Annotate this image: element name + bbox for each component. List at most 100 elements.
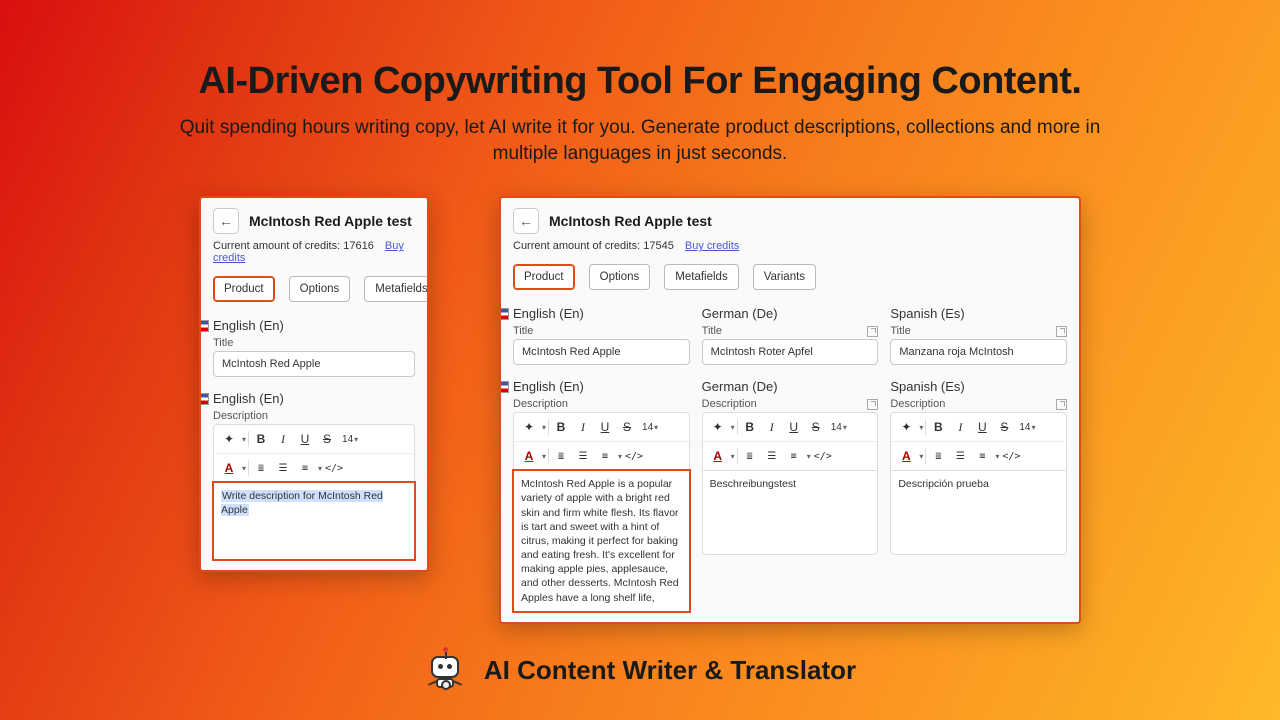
flag-icon <box>499 381 509 393</box>
back-button[interactable]: ← <box>213 208 239 234</box>
language-label: English (En) <box>213 391 284 406</box>
tab-options[interactable]: Options <box>589 264 651 290</box>
italic-button[interactable]: I <box>273 429 293 449</box>
title-input[interactable] <box>213 351 415 377</box>
product-name: AI Content Writer & Translator <box>484 655 856 686</box>
editor-toolbar: ✦▾ B I U S 14▾ <box>702 412 879 441</box>
bullet-list-button[interactable]: ≣ <box>551 446 571 466</box>
expand-icon[interactable] <box>1056 326 1067 337</box>
font-size-button[interactable]: 14▾ <box>639 417 661 437</box>
strike-button[interactable]: S <box>994 417 1014 437</box>
strike-button[interactable]: S <box>317 429 337 449</box>
language-label: German (De) <box>702 379 778 394</box>
tab-variants[interactable]: Variants <box>753 264 816 290</box>
flag-icon <box>199 320 209 332</box>
column-de: German (De) Title German (De) Descriptio… <box>702 300 879 612</box>
chevron-down-icon: ▾ <box>318 464 322 473</box>
editor-toolbar-2: A▾ ≣ ☰ ≡▾ </> <box>702 441 879 470</box>
numbered-list-button[interactable]: ☰ <box>762 446 782 466</box>
page-title: McIntosh Red Apple test <box>549 213 712 229</box>
description-editor[interactable]: Write description for McIntosh Red Apple <box>213 482 415 560</box>
code-button[interactable]: </> <box>324 458 344 478</box>
font-size-button[interactable]: 14▾ <box>828 417 850 437</box>
chevron-down-icon: ▾ <box>542 423 546 432</box>
code-button[interactable]: </> <box>1001 446 1021 466</box>
bullet-list-button[interactable]: ≣ <box>928 446 948 466</box>
page-title: McIntosh Red Apple test <box>249 213 412 229</box>
italic-button[interactable]: I <box>950 417 970 437</box>
hero-title: AI-Driven Copywriting Tool For Engaging … <box>60 60 1220 103</box>
chevron-down-icon: ▾ <box>731 423 735 432</box>
separator <box>737 448 738 464</box>
italic-button[interactable]: I <box>573 417 593 437</box>
chevron-down-icon: ▾ <box>731 452 735 461</box>
description-editor[interactable]: Descripción prueba <box>890 470 1067 555</box>
language-label: German (De) <box>702 306 778 321</box>
indent-button[interactable]: ≡ <box>295 458 315 478</box>
text-color-button[interactable]: A <box>519 446 539 466</box>
text-color-button[interactable]: A <box>896 446 916 466</box>
chevron-down-icon: ▾ <box>242 464 246 473</box>
separator <box>248 460 249 476</box>
title-field-label: Title <box>702 325 722 337</box>
strike-button[interactable]: S <box>806 417 826 437</box>
underline-button[interactable]: U <box>784 417 804 437</box>
description-field-label: Description <box>513 398 568 410</box>
description-editor[interactable]: Beschreibungstest <box>702 470 879 555</box>
title-input[interactable] <box>513 339 690 365</box>
numbered-list-button[interactable]: ☰ <box>950 446 970 466</box>
header-row: ← McIntosh Red Apple test <box>513 208 1067 234</box>
indent-button[interactable]: ≡ <box>595 446 615 466</box>
title-input[interactable] <box>702 339 879 365</box>
ai-wand-button[interactable]: ✦ <box>519 417 539 437</box>
tab-product[interactable]: Product <box>213 276 275 302</box>
chevron-down-icon: ▾ <box>919 452 923 461</box>
bold-button[interactable]: B <box>551 417 571 437</box>
editor-toolbar-2: A▾ ≣ ☰ ≡▾ </> <box>890 441 1067 470</box>
tab-metafields[interactable]: Metafields <box>664 264 738 290</box>
ai-wand-button[interactable]: ✦ <box>708 417 728 437</box>
underline-button[interactable]: U <box>972 417 992 437</box>
title-input[interactable] <box>890 339 1067 365</box>
tab-product[interactable]: Product <box>513 264 575 290</box>
ai-wand-button[interactable]: ✦ <box>219 429 239 449</box>
screenshot-before: ← McIntosh Red Apple test Current amount… <box>199 196 429 572</box>
font-size-button[interactable]: 14▾ <box>339 429 361 449</box>
back-button[interactable]: ← <box>513 208 539 234</box>
text-color-button[interactable]: A <box>219 458 239 478</box>
code-button[interactable]: </> <box>624 446 644 466</box>
bullet-list-button[interactable]: ≣ <box>740 446 760 466</box>
description-field-label: Description <box>702 398 757 410</box>
italic-button[interactable]: I <box>762 417 782 437</box>
chevron-down-icon: ▾ <box>807 452 811 461</box>
screenshots-row: ← McIntosh Red Apple test Current amount… <box>0 176 1280 624</box>
bold-button[interactable]: B <box>928 417 948 437</box>
numbered-list-button[interactable]: ☰ <box>273 458 293 478</box>
tab-options[interactable]: Options <box>289 276 351 302</box>
bullet-list-button[interactable]: ≣ <box>251 458 271 478</box>
screenshot-after: ← McIntosh Red Apple test Current amount… <box>499 196 1081 624</box>
strike-button[interactable]: S <box>617 417 637 437</box>
buy-credits-link[interactable]: Buy credits <box>685 240 739 252</box>
expand-icon[interactable] <box>867 399 878 410</box>
text-color-button[interactable]: A <box>708 446 728 466</box>
expand-icon[interactable] <box>867 326 878 337</box>
numbered-list-button[interactable]: ☰ <box>573 446 593 466</box>
bold-button[interactable]: B <box>740 417 760 437</box>
code-button[interactable]: </> <box>813 446 833 466</box>
font-size-button[interactable]: 14▾ <box>1016 417 1038 437</box>
indent-button[interactable]: ≡ <box>972 446 992 466</box>
bold-button[interactable]: B <box>251 429 271 449</box>
tabs: Product Options Metafields <box>201 276 427 308</box>
ai-wand-button[interactable]: ✦ <box>896 417 916 437</box>
underline-button[interactable]: U <box>595 417 615 437</box>
tab-metafields[interactable]: Metafields <box>364 276 429 302</box>
indent-button[interactable]: ≡ <box>784 446 804 466</box>
underline-button[interactable]: U <box>295 429 315 449</box>
credits-line: Current amount of credits: 17545 Buy cre… <box>513 234 1067 264</box>
chevron-down-icon: ▾ <box>995 452 999 461</box>
separator <box>925 419 926 435</box>
description-editor[interactable]: McIntosh Red Apple is a popular variety … <box>513 470 690 612</box>
expand-icon[interactable] <box>1056 399 1067 410</box>
editor-toolbar-2: A▾ ≣ ☰ ≡▾ </> <box>213 453 415 482</box>
